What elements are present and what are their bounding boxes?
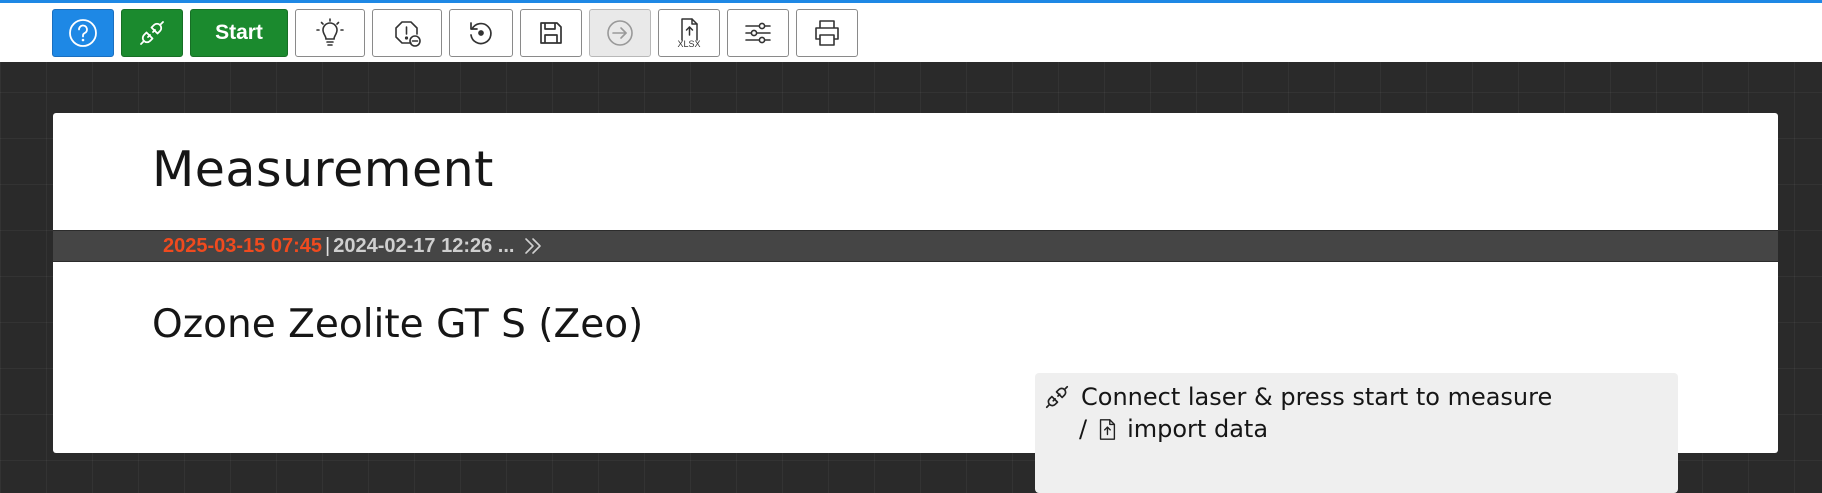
start-button-label: Start [215,20,263,44]
plug-icon [140,20,164,45]
lightbulb-icon [316,17,344,46]
save-icon [540,21,562,44]
alert-toggle-button[interactable] [372,8,442,57]
next-button[interactable] [589,8,651,57]
product-name: Ozone Zeolite GT S (Zeo) [152,302,644,347]
help-button[interactable] [52,8,114,57]
history-expand-button[interactable] [522,236,544,256]
current-measurement-date[interactable]: 2025-03-15 07:45 [163,235,322,258]
file-upload-icon [1099,419,1116,440]
page-title: Measurement [152,141,494,198]
settings-button[interactable] [727,8,789,57]
hint-button[interactable] [295,8,365,57]
chevron-double-right-icon [525,238,542,254]
reset-button[interactable] [449,8,513,57]
instruction-box: Connect laser & press start to measure /… [1035,373,1678,493]
help-circle-icon [69,18,97,47]
instruction-line-import: / import data [1079,415,1268,443]
measurement-card: Measurement 2025-03-15 07:45 | 2024-02-1… [53,113,1778,493]
plug-icon [1045,385,1069,409]
print-button[interactable] [796,8,858,57]
reset-icon [470,21,492,44]
save-button[interactable] [520,8,582,57]
instruction-import-text[interactable]: import data [1127,415,1268,443]
history-separator: | [325,234,331,257]
history-bar: 2025-03-15 07:45 | 2024-02-17 12:26 ... [53,230,1778,262]
toolbar: Start XLSX [0,3,1822,62]
instruction-line-connect: Connect laser & press start to measure [1043,383,1552,411]
export-xlsx-button[interactable]: XLSX [658,8,720,57]
alert-minus-icon [395,20,421,47]
instruction-connect-text: Connect laser & press start to measure [1081,383,1553,411]
sliders-icon [745,22,771,43]
arrow-right-circle-icon [607,19,633,46]
start-button[interactable]: Start [190,8,288,57]
connect-laser-button[interactable] [121,8,183,57]
xlsx-label: XLSX [677,39,701,49]
instruction-slash: / [1079,415,1088,443]
printer-icon [815,19,839,46]
previous-measurement-date[interactable]: 2024-02-17 12:26 ... [333,235,514,258]
